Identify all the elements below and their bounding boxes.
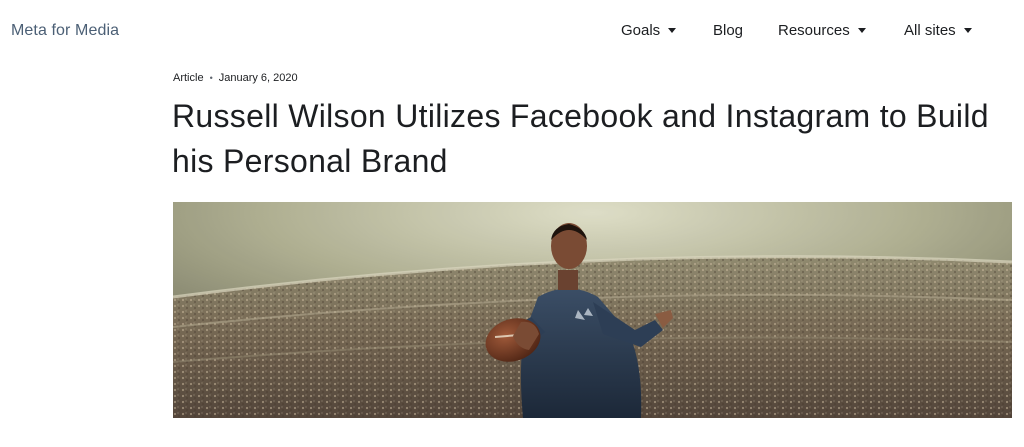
nav-resources-label: Resources bbox=[778, 22, 850, 39]
site-header: Meta for Media Goals Blog Resources All … bbox=[0, 0, 1024, 62]
nav-all-sites[interactable]: All sites bbox=[904, 22, 972, 39]
chevron-down-icon bbox=[963, 28, 972, 33]
article-date: January 6, 2020 bbox=[218, 72, 298, 84]
page-title: Russell Wilson Utilizes Facebook and Ins… bbox=[172, 98, 989, 179]
top-nav: Goals Blog Resources All sites bbox=[0, 22, 1024, 42]
quarterback-stadium-illustration bbox=[173, 202, 1012, 418]
separator-dot: • bbox=[209, 73, 213, 83]
nav-blog-label: Blog bbox=[713, 22, 744, 39]
hero-image bbox=[173, 202, 1012, 418]
nav-goals[interactable]: Goals bbox=[621, 22, 677, 39]
nav-resources[interactable]: Resources bbox=[778, 22, 866, 39]
article-meta: Article • January 6, 2020 bbox=[173, 72, 298, 84]
nav-goals-label: Goals bbox=[621, 22, 661, 39]
chevron-down-icon bbox=[668, 28, 677, 33]
nav-blog[interactable]: Blog bbox=[713, 22, 743, 39]
chevron-down-icon bbox=[857, 28, 866, 33]
nav-all-sites-label: All sites bbox=[904, 22, 956, 39]
article-type: Article bbox=[173, 72, 204, 84]
